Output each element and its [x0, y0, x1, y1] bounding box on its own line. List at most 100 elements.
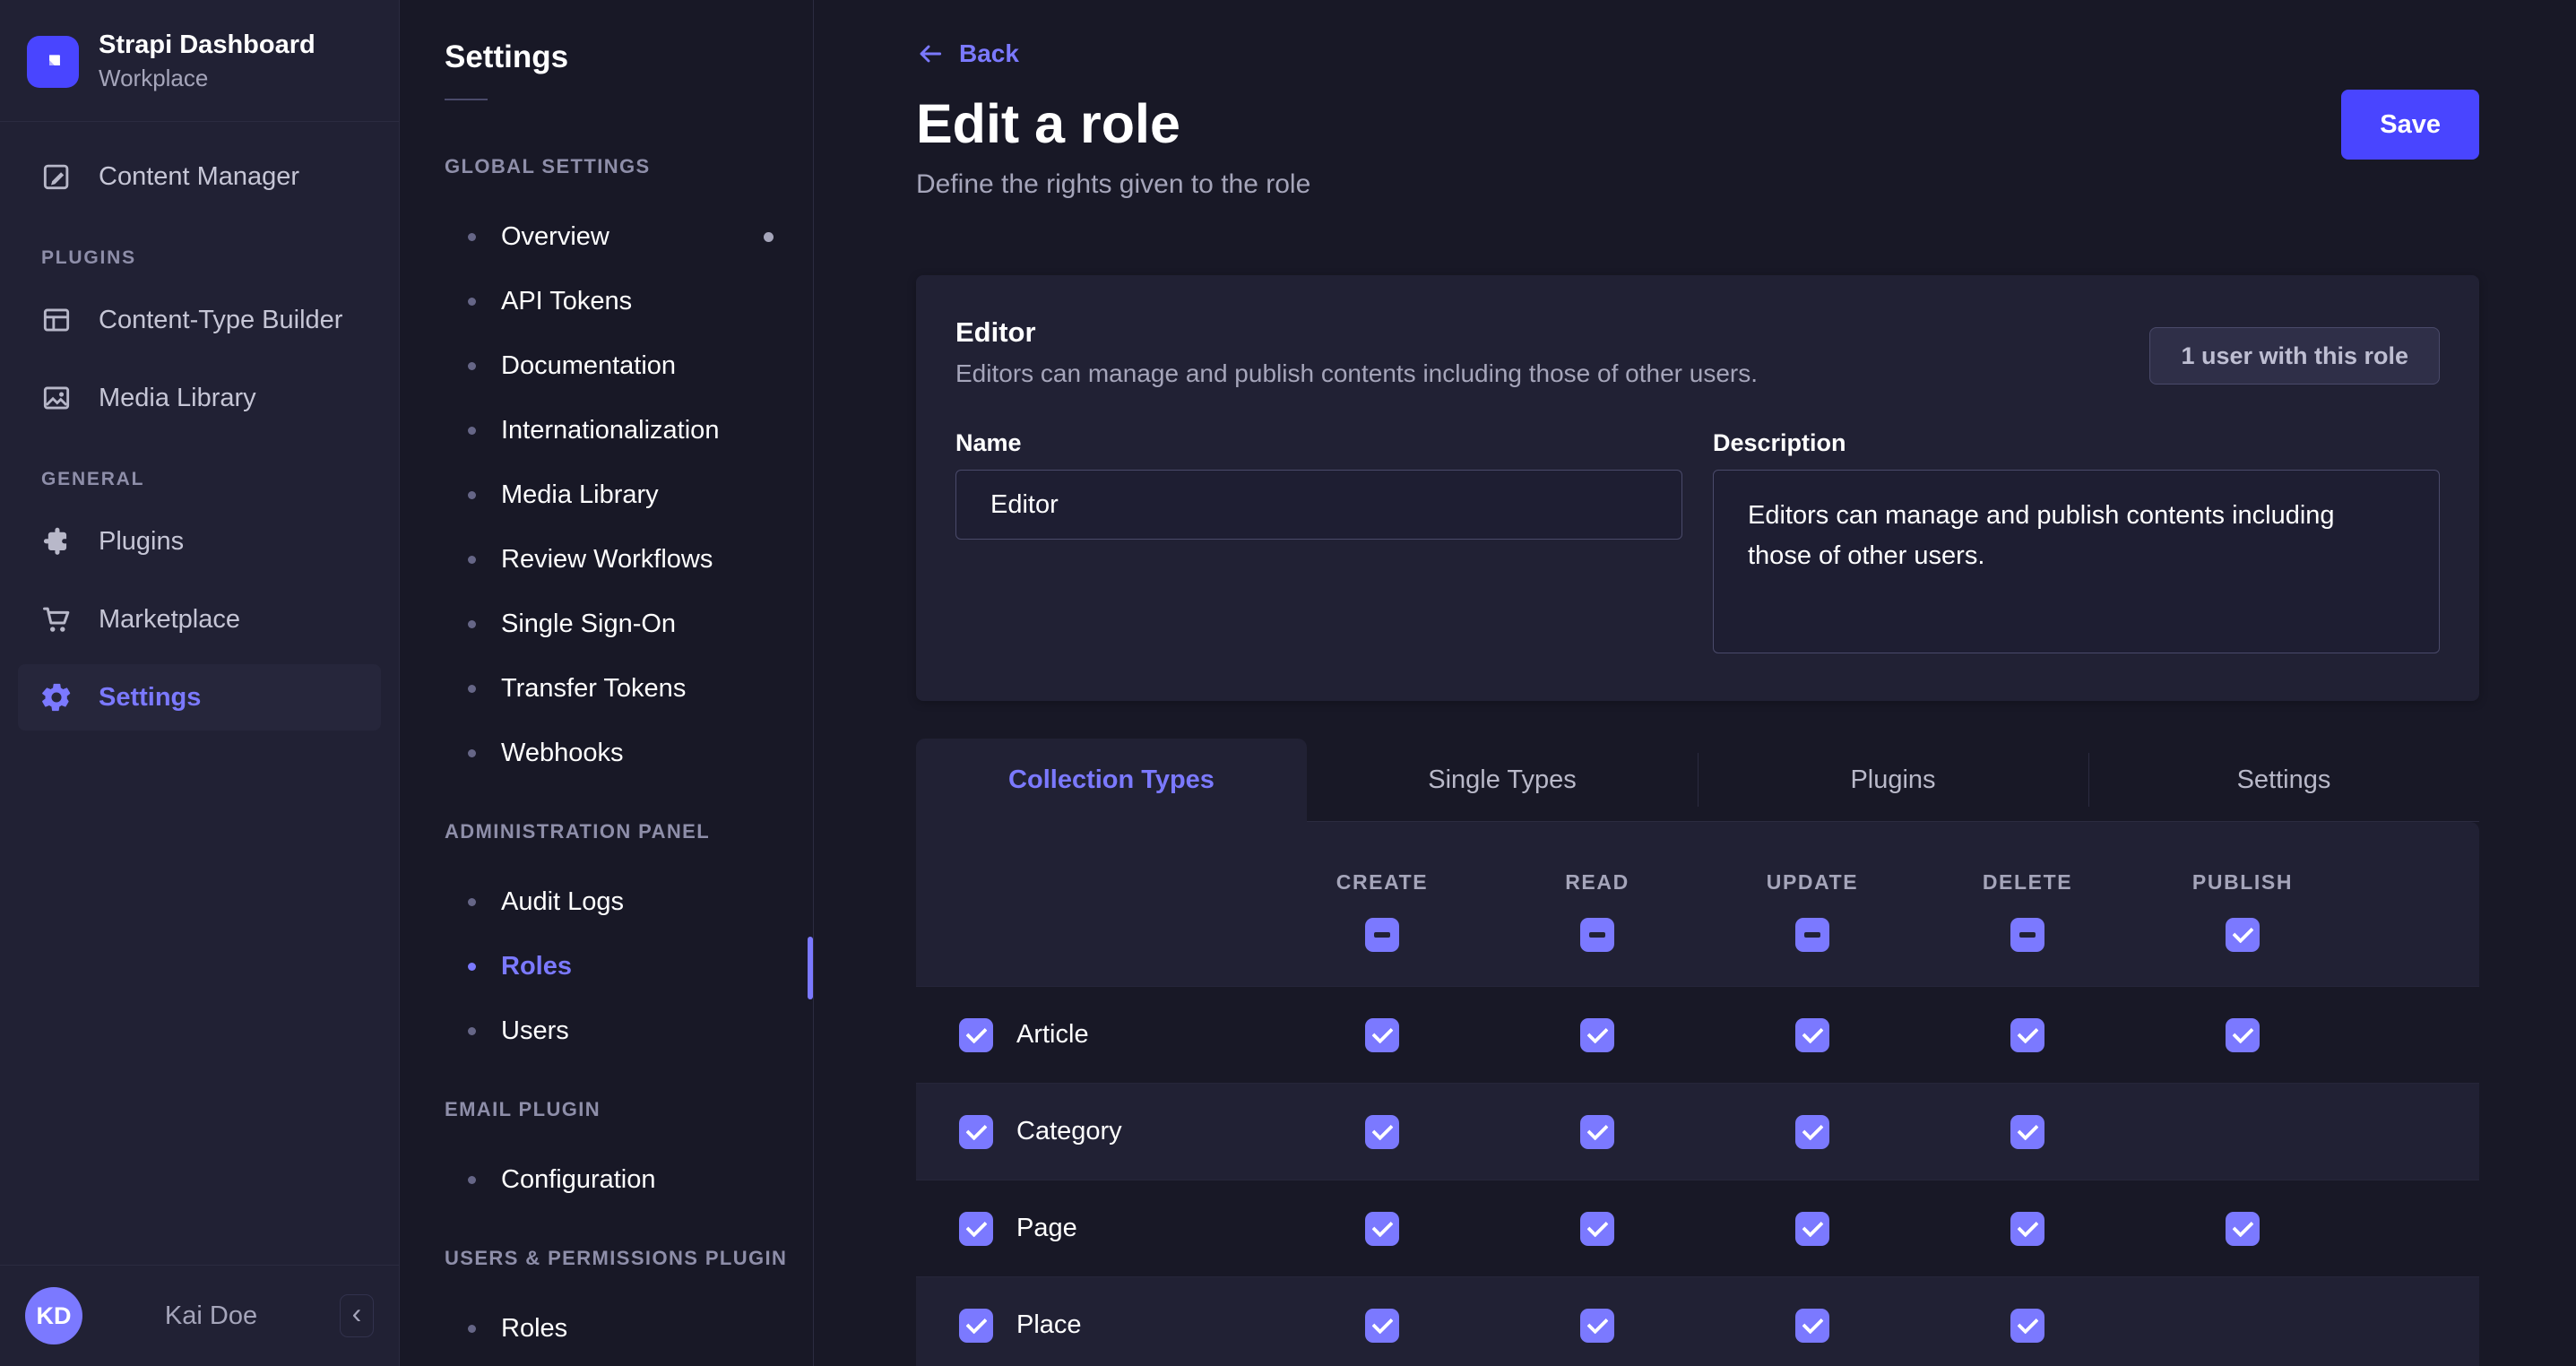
- row-label: Page: [1016, 1214, 1077, 1243]
- image-icon: [38, 381, 75, 415]
- read-checkbox[interactable]: [1580, 1018, 1614, 1052]
- settings-item-webhooks[interactable]: Webhooks: [400, 721, 813, 785]
- table-row-article: Article: [916, 986, 2479, 1083]
- bullet-icon: [468, 427, 476, 435]
- sidebar-item-marketplace[interactable]: Marketplace: [18, 586, 381, 653]
- workspace-name: Workplace: [99, 65, 316, 92]
- delete-checkbox[interactable]: [2010, 1018, 2044, 1052]
- settings-item-overview[interactable]: Overview: [400, 204, 813, 269]
- permissions-column-headers: CREATE READ UPDATE DELETE PUBLISH: [916, 822, 2479, 895]
- read-checkbox[interactable]: [1580, 1309, 1614, 1343]
- save-button[interactable]: Save: [2341, 90, 2479, 160]
- update-checkbox[interactable]: [1795, 1018, 1829, 1052]
- create-checkbox[interactable]: [1365, 1309, 1399, 1343]
- delete-checkbox[interactable]: [2010, 1115, 2044, 1149]
- sidebar-item-content-manager[interactable]: Content Manager: [18, 143, 381, 210]
- section-email-plugin: EMAIL PLUGIN Configuration: [400, 1090, 813, 1212]
- read-checkbox[interactable]: [1580, 1212, 1614, 1246]
- row-label: Article: [1016, 1020, 1089, 1050]
- title-divider: [445, 99, 488, 100]
- chevron-left-icon: ‹: [352, 1299, 362, 1327]
- update-checkbox[interactable]: [1795, 1115, 1829, 1149]
- publish-checkbox[interactable]: [2226, 1018, 2260, 1052]
- cart-icon: [38, 602, 75, 636]
- app-root: Strapi Dashboard Workplace Content Manag…: [0, 0, 2576, 1366]
- row-checkbox[interactable]: [959, 1115, 993, 1149]
- name-field-group: Name: [955, 429, 1682, 658]
- settings-item-single-sign-on[interactable]: Single Sign-On: [400, 592, 813, 656]
- tab-settings[interactable]: Settings: [2088, 739, 2479, 822]
- subnav-scrollbar[interactable]: [808, 937, 813, 999]
- section-administration-panel: ADMINISTRATION PANEL Audit Logs Roles Us…: [400, 812, 813, 1063]
- strapi-logo-icon: [27, 36, 79, 88]
- role-name-input[interactable]: [955, 470, 1682, 540]
- settings-item-transfer-tokens[interactable]: Transfer Tokens: [400, 656, 813, 721]
- bullet-icon: [468, 556, 476, 564]
- settings-item-documentation[interactable]: Documentation: [400, 333, 813, 398]
- section-label: GLOBAL SETTINGS: [400, 147, 813, 186]
- settings-item-review-workflows[interactable]: Review Workflows: [400, 527, 813, 592]
- sidebar-item-settings[interactable]: Settings: [18, 664, 381, 731]
- table-row-category: Category: [916, 1083, 2479, 1180]
- update-checkbox[interactable]: [1795, 1309, 1829, 1343]
- sidebar-item-label: Marketplace: [99, 605, 240, 635]
- gear-icon: [38, 680, 75, 714]
- section-global-settings: GLOBAL SETTINGS Overview API Tokens Docu…: [400, 147, 813, 785]
- settings-item-api-tokens[interactable]: API Tokens: [400, 269, 813, 333]
- nav-section-plugins: PLUGINS: [41, 247, 381, 269]
- tab-plugins[interactable]: Plugins: [1698, 739, 2088, 822]
- bullet-icon: [468, 898, 476, 906]
- settings-item-internationalization[interactable]: Internationalization: [400, 398, 813, 463]
- select-all-delete-checkbox[interactable]: [2010, 918, 2044, 952]
- brand-name: Strapi Dashboard: [99, 30, 316, 60]
- delete-checkbox[interactable]: [2010, 1212, 2044, 1246]
- sidebar-footer: KD Kai Doe ‹: [0, 1265, 399, 1366]
- sidebar-item-label: Settings: [99, 683, 201, 713]
- settings-item-media-library[interactable]: Media Library: [400, 463, 813, 527]
- read-checkbox[interactable]: [1580, 1115, 1614, 1149]
- select-all-read-checkbox[interactable]: [1580, 918, 1614, 952]
- select-all-update-checkbox[interactable]: [1795, 918, 1829, 952]
- workspace-brand: Strapi Dashboard Workplace: [0, 0, 399, 122]
- tab-collection-types[interactable]: Collection Types: [916, 739, 1307, 822]
- column-create: CREATE: [1275, 870, 1490, 895]
- back-link[interactable]: Back: [916, 39, 1019, 68]
- sidebar-item-plugins[interactable]: Plugins: [18, 508, 381, 575]
- tab-single-types[interactable]: Single Types: [1307, 739, 1698, 822]
- description-field-group: Description Editors can manage and publi…: [1713, 429, 2440, 658]
- row-checkbox[interactable]: [959, 1018, 993, 1052]
- bullet-icon: [468, 685, 476, 693]
- delete-checkbox[interactable]: [2010, 1309, 2044, 1343]
- sidebar-item-label: Plugins: [99, 527, 184, 557]
- bullet-icon: [468, 298, 476, 306]
- create-checkbox[interactable]: [1365, 1115, 1399, 1149]
- row-checkbox[interactable]: [959, 1309, 993, 1343]
- table-row-page: Page: [916, 1180, 2479, 1276]
- settings-item-roles[interactable]: Roles: [400, 934, 813, 999]
- create-checkbox[interactable]: [1365, 1018, 1399, 1052]
- settings-item-audit-logs[interactable]: Audit Logs: [400, 869, 813, 934]
- description-label: Description: [1713, 429, 2440, 457]
- settings-item-configuration[interactable]: Configuration: [400, 1147, 813, 1212]
- publish-checkbox[interactable]: [2226, 1212, 2260, 1246]
- bullet-icon: [468, 963, 476, 971]
- settings-item-users[interactable]: Users: [400, 999, 813, 1063]
- bullet-icon: [468, 362, 476, 370]
- collapse-sidebar-button[interactable]: ‹: [340, 1294, 374, 1337]
- row-checkbox[interactable]: [959, 1212, 993, 1246]
- section-label: USERS & PERMISSIONS PLUGIN: [400, 1239, 813, 1278]
- update-checkbox[interactable]: [1795, 1212, 1829, 1246]
- back-label: Back: [959, 39, 1019, 68]
- role-description-input[interactable]: Editors can manage and publish contents …: [1713, 470, 2440, 653]
- select-all-create-checkbox[interactable]: [1365, 918, 1399, 952]
- settings-item-up-roles[interactable]: Roles: [400, 1296, 813, 1361]
- sidebar-item-content-type-builder[interactable]: Content-Type Builder: [18, 287, 381, 353]
- role-details-card: Editor Editors can manage and publish co…: [916, 275, 2479, 701]
- create-checkbox[interactable]: [1365, 1212, 1399, 1246]
- main-sidebar: Strapi Dashboard Workplace Content Manag…: [0, 0, 400, 1366]
- arrow-left-icon: [916, 39, 945, 68]
- user-avatar[interactable]: KD: [25, 1287, 82, 1344]
- select-all-publish-checkbox[interactable]: [2226, 918, 2260, 952]
- sidebar-item-media-library[interactable]: Media Library: [18, 365, 381, 431]
- users-with-role-button[interactable]: 1 user with this role: [2149, 327, 2440, 385]
